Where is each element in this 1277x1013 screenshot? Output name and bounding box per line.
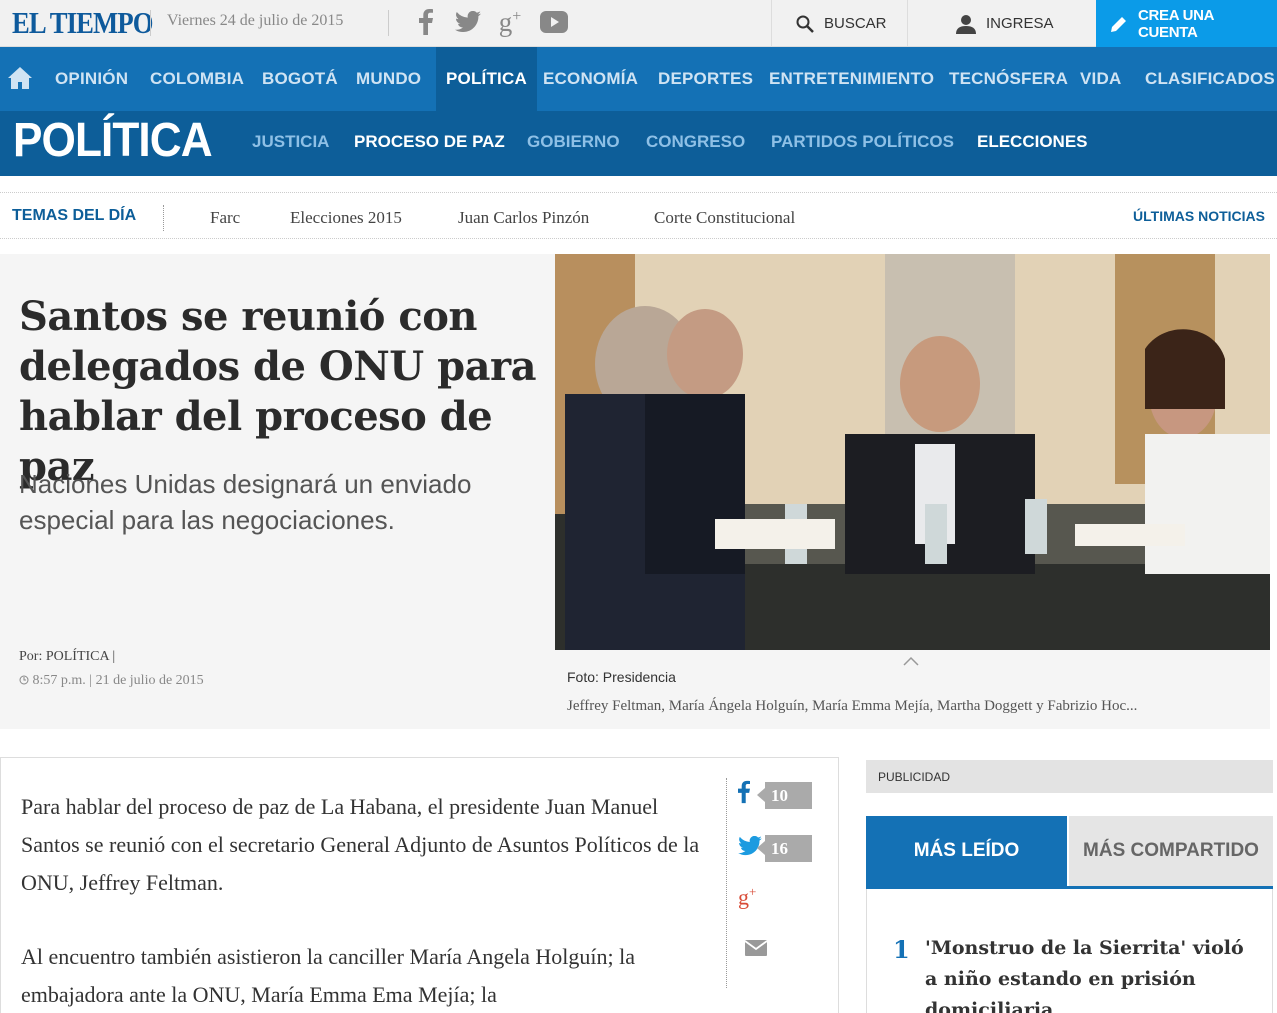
divider bbox=[388, 10, 389, 36]
rank-number: 1 bbox=[893, 935, 910, 964]
subnav-justicia[interactable]: JUSTICIA bbox=[252, 132, 329, 152]
facebook-share-icon[interactable] bbox=[738, 780, 750, 809]
author-link[interactable]: POLÍTICA | bbox=[46, 649, 115, 664]
nav-item-clasificados[interactable]: CLASIFICADOS bbox=[1134, 47, 1277, 111]
ad-label: PUBLICIDAD bbox=[866, 760, 1273, 793]
topic-link[interactable]: Elecciones 2015 bbox=[290, 208, 402, 228]
email-share-icon[interactable] bbox=[744, 940, 768, 961]
topics-bar: TEMAS DEL DÍA Farc Elecciones 2015 Juan … bbox=[0, 192, 1277, 239]
article-lead: Santos se reunió con delegados de ONU pa… bbox=[0, 254, 555, 729]
signup-label: CREA UNA CUENTA bbox=[1137, 6, 1214, 41]
article-subheadline: Naciones Unidas designará un enviado esp… bbox=[19, 469, 472, 535]
twitter-icon[interactable] bbox=[452, 6, 484, 38]
tab-most-read[interactable]: MÁS LEÍDO bbox=[866, 816, 1067, 886]
latest-news-link[interactable]: ÚLTIMAS NOTICIAS bbox=[1133, 208, 1265, 224]
photo-credit: Foto: Presidencia bbox=[567, 669, 676, 685]
article-photo[interactable] bbox=[555, 254, 1270, 650]
search-label: BUSCAR bbox=[824, 15, 887, 32]
signup-button[interactable]: CREA UNA CUENTA bbox=[1096, 0, 1277, 47]
nav-item-colombia[interactable]: COLOMBIA bbox=[139, 47, 255, 111]
divider bbox=[163, 205, 164, 231]
home-icon[interactable] bbox=[8, 67, 32, 94]
facebook-share-count: 10 bbox=[757, 782, 812, 809]
topic-link[interactable]: Juan Carlos Pinzón bbox=[458, 208, 589, 228]
google-plus-icon[interactable]: g+ bbox=[494, 6, 526, 38]
search-button[interactable]: BUSCAR bbox=[771, 0, 907, 47]
subnav-congreso[interactable]: CONGRESO bbox=[646, 132, 745, 152]
subnav-elecciones[interactable]: ELECCIONES bbox=[977, 132, 1088, 152]
byline-prefix: Por: bbox=[19, 649, 43, 664]
section-header: POLÍTICA JUSTICIA PROCESO DE PAZ GOBIERN… bbox=[0, 111, 1277, 176]
nav-item-vida[interactable]: VIDA bbox=[1069, 47, 1132, 111]
nav-item-deportes[interactable]: DEPORTES bbox=[647, 47, 764, 111]
pencil-icon bbox=[1110, 16, 1126, 32]
topics-label: TEMAS DEL DÍA bbox=[12, 207, 137, 224]
clock-icon bbox=[19, 675, 29, 685]
divider bbox=[726, 778, 727, 988]
site-logo[interactable]: EL TIEMPO bbox=[12, 5, 154, 41]
section-title[interactable]: POLÍTICA bbox=[13, 113, 213, 168]
nav-item-tecnosfera[interactable]: TECNÓSFERA bbox=[938, 47, 1079, 111]
subnav-proceso-de-paz[interactable]: PROCESO DE PAZ bbox=[354, 132, 505, 152]
current-date: Viernes 24 de julio de 2015 bbox=[167, 12, 344, 29]
byline: Por: POLÍTICA | bbox=[19, 649, 115, 665]
login-label: INGRESA bbox=[986, 15, 1054, 32]
article-headline: Santos se reunió con delegados de ONU pa… bbox=[19, 293, 536, 490]
chevron-up-icon[interactable] bbox=[903, 656, 919, 666]
divider bbox=[150, 10, 151, 36]
search-icon bbox=[796, 15, 814, 33]
topic-link[interactable]: Corte Constitucional bbox=[654, 208, 795, 228]
top-bar: EL TIEMPO Viernes 24 de julio de 2015 g+… bbox=[0, 0, 1277, 47]
facebook-icon[interactable] bbox=[410, 6, 442, 38]
subnav-partidos-politicos[interactable]: PARTIDOS POLÍTICOS bbox=[771, 132, 954, 152]
nav-item-entretenimiento[interactable]: ENTRETENIMIENTO bbox=[758, 47, 945, 111]
nav-item-politica[interactable]: POLÍTICA bbox=[436, 47, 537, 111]
main-nav: OPINIÓN COLOMBIA BOGOTÁ MUNDO POLÍTICA E… bbox=[0, 47, 1277, 111]
photo-caption: Foto: Presidencia Jeffrey Feltman, María… bbox=[555, 650, 1270, 729]
nav-item-mundo[interactable]: MUNDO bbox=[345, 47, 432, 111]
user-icon bbox=[956, 14, 976, 34]
most-read-list: 1 'Monstruo de la Sierrita' violó a niño… bbox=[866, 889, 1273, 1013]
nav-item-opinion[interactable]: OPINIÓN bbox=[44, 47, 139, 111]
most-read-item-link[interactable]: 'Monstruo de la Sierrita' violó a niño e… bbox=[925, 933, 1245, 1013]
article-paragraph: Al encuentro también asistieron la canci… bbox=[21, 944, 635, 1007]
article-body: Para hablar del proceso de paz de La Hab… bbox=[0, 757, 839, 1013]
youtube-icon[interactable] bbox=[538, 6, 570, 38]
tab-most-shared[interactable]: MÁS COMPARTIDO bbox=[1069, 816, 1273, 886]
twitter-share-count: 16 bbox=[757, 835, 812, 862]
publish-time-text: 8:57 p.m. | 21 de julio de 2015 bbox=[32, 673, 204, 688]
subnav-gobierno[interactable]: GOBIERNO bbox=[527, 132, 620, 152]
login-button[interactable]: INGRESA bbox=[907, 0, 1096, 47]
photo-caption-text: Jeffrey Feltman, María Ángela Holguín, M… bbox=[567, 698, 1138, 714]
nav-item-economia[interactable]: ECONOMÍA bbox=[532, 47, 649, 111]
publish-time: 8:57 p.m. | 21 de julio de 2015 bbox=[19, 673, 204, 689]
nav-item-bogota[interactable]: BOGOTÁ bbox=[251, 47, 349, 111]
topic-link[interactable]: Farc bbox=[210, 208, 240, 228]
article-paragraph: Para hablar del proceso de paz de La Hab… bbox=[21, 794, 700, 895]
google-plus-share-icon[interactable]: g+ bbox=[738, 884, 756, 910]
